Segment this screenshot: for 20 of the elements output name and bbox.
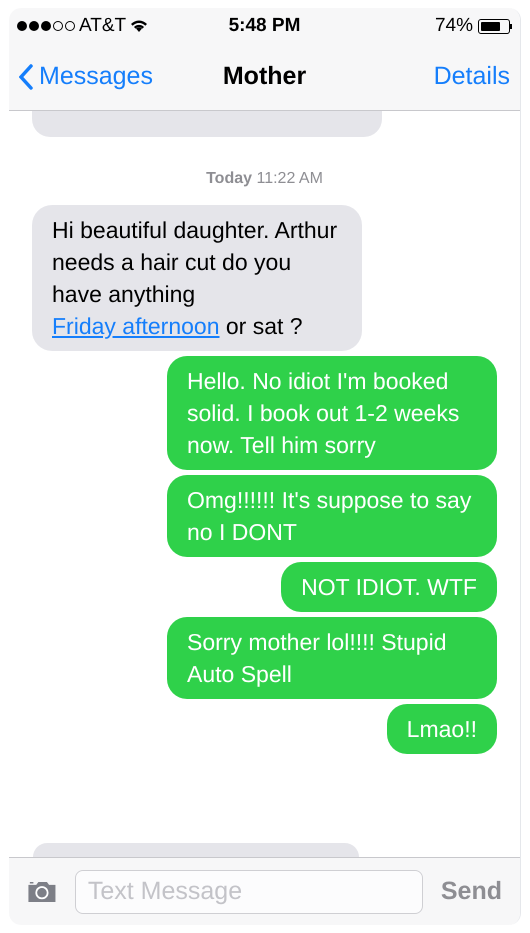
send-button[interactable]: Send bbox=[440, 872, 502, 910]
status-time: 5:48 PM bbox=[228, 14, 300, 38]
date-link[interactable]: Friday afternoon bbox=[52, 313, 220, 339]
back-chevron-icon bbox=[19, 64, 33, 90]
message-bubble: Hello. No idiot I'm booked solid. I book out 1-2 weeks now. Tell him sorry bbox=[167, 356, 497, 470]
message-bubble: Lmao!! bbox=[386, 704, 497, 754]
message-input[interactable]: Text Message bbox=[74, 870, 423, 914]
back-button[interactable]: Messages bbox=[19, 58, 223, 96]
message-bubble: NOT IDIOT. WTF bbox=[281, 562, 497, 612]
message-bubble: Hi beautiful daughter. Arthur needs a hair cut do you have anything Friday afternoon or sat ? bbox=[32, 205, 362, 351]
message-bubble: Omg!!!!!! It's suppose to say no I DONT bbox=[167, 475, 497, 557]
wifi-icon bbox=[130, 19, 148, 33]
timestamp: Today 11:22 AM bbox=[205, 169, 324, 189]
details-button[interactable]: Details bbox=[434, 58, 510, 96]
conversation-title: Mother bbox=[222, 61, 306, 92]
battery-icon bbox=[478, 18, 512, 34]
carrier-name: AT&T bbox=[79, 14, 126, 38]
battery-percent: 74% bbox=[434, 14, 473, 38]
signal-icon bbox=[17, 21, 75, 31]
message-bubble: Sorry mother lol!!!! Stupid Auto Spell bbox=[167, 617, 497, 699]
